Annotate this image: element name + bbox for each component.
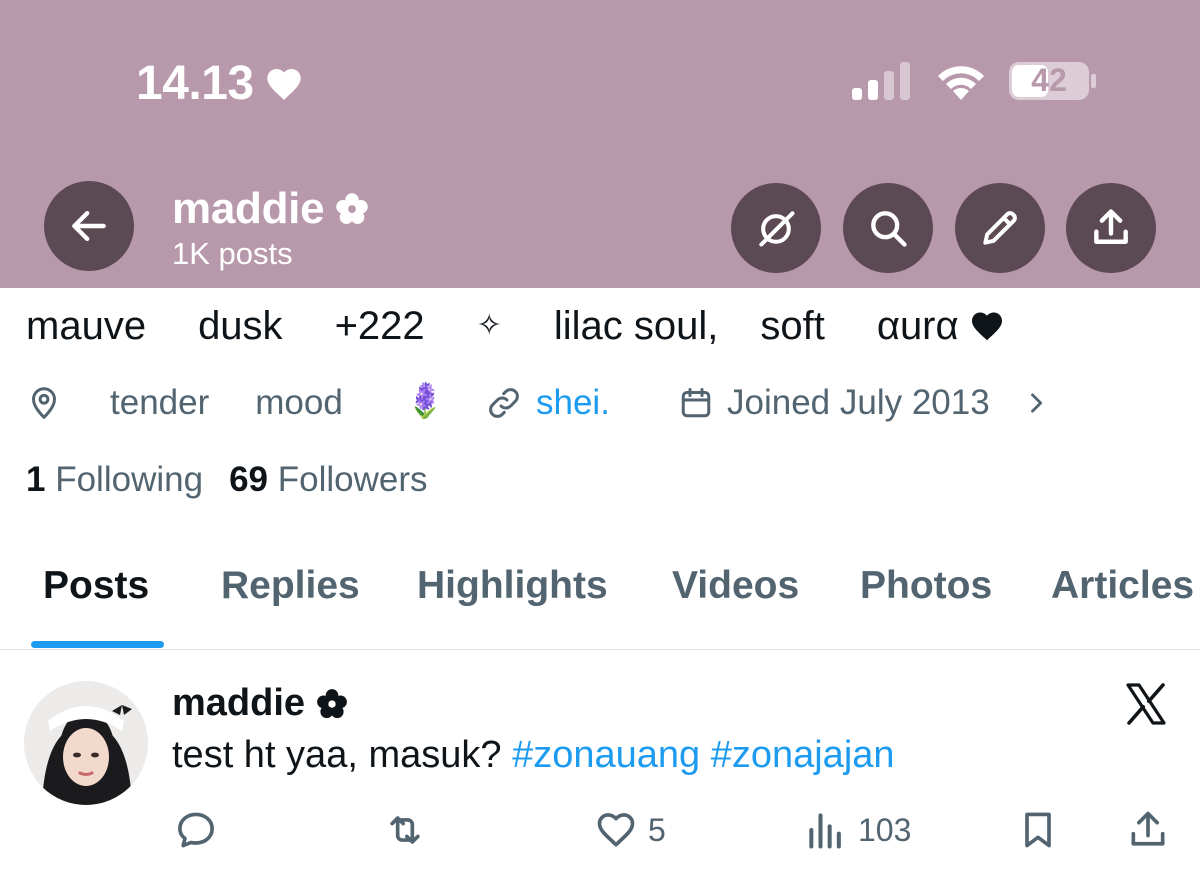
tab-articles[interactable]: Articles (1051, 564, 1194, 608)
reply-button[interactable] (174, 806, 218, 854)
bio-word: mauve (26, 304, 147, 348)
reply-icon (178, 812, 214, 848)
header-name-text: maddie (172, 184, 325, 233)
followers-label: Followers (277, 460, 428, 499)
retweet-icon (390, 816, 420, 844)
hyacinth-emoji: 🪻 (404, 382, 447, 420)
battery-indicator: 42 (1008, 60, 1098, 102)
bookmark-button[interactable] (1016, 806, 1060, 854)
avatar[interactable] (24, 681, 148, 805)
joined-date: Joined July 2013 (727, 383, 990, 422)
joined-chevron[interactable] (1022, 380, 1050, 426)
heart-icon (597, 813, 635, 847)
pencil-icon (983, 211, 1017, 245)
back-arrow-icon (72, 210, 106, 242)
heart-icon (266, 68, 301, 100)
avatar-image (24, 681, 148, 805)
post-body: test ht yaa, masuk? (172, 734, 502, 776)
tab-replies[interactable]: Replies (221, 564, 360, 608)
like-button[interactable]: 5 (594, 806, 666, 854)
signal-icon (852, 62, 910, 100)
status-time: 14.13 (136, 56, 304, 111)
battery-level: 42 (1031, 62, 1067, 98)
tab-highlights[interactable]: Highlights (417, 564, 608, 608)
post-text: test ht yaa, masuk? #zonauang #zonajajan (172, 734, 895, 777)
repost-button[interactable] (383, 806, 427, 854)
location-icon-wrap (26, 380, 62, 426)
followers-link[interactable]: 69 Followers (229, 460, 427, 500)
search-icon (871, 211, 907, 247)
bio-word: dusk (198, 304, 283, 348)
bio-word: lilac soul, (553, 304, 719, 348)
tab-photos[interactable]: Photos (860, 564, 992, 608)
search-button[interactable] (843, 183, 933, 273)
flower-icon (317, 688, 347, 718)
bio-word: αurα (876, 304, 959, 348)
following-count: 1 (26, 460, 46, 499)
chevron-right-icon (1031, 393, 1043, 413)
grok-icon (759, 211, 795, 247)
views-button[interactable]: 103 (804, 806, 911, 854)
profile-location: tender mood (110, 380, 343, 426)
post-author-name: maddie (172, 682, 306, 724)
calendar-icon-wrap (678, 380, 714, 426)
bio-word: +222 (334, 304, 425, 348)
tab-posts[interactable]: Posts (43, 564, 149, 608)
view-count: 103 (858, 811, 912, 848)
share-icon (1131, 811, 1165, 846)
back-button[interactable] (44, 181, 134, 271)
header-posts-count: 1K posts (172, 236, 293, 271)
wifi-icon (938, 66, 984, 100)
location-word: tender (110, 383, 210, 422)
views-icon (809, 813, 841, 849)
share-button[interactable] (1066, 183, 1156, 273)
location-pin-icon (31, 387, 57, 420)
link-icon (489, 388, 519, 418)
like-count: 5 (648, 811, 666, 848)
location-word: mood (255, 383, 343, 422)
post-author[interactable]: maddie (172, 682, 349, 725)
hashtag-link[interactable]: #zonajajan (711, 734, 895, 776)
grok-button[interactable] (731, 183, 821, 273)
bio-word: soft (760, 304, 825, 348)
x-logo-icon (1126, 683, 1166, 725)
post-share-button[interactable] (1126, 806, 1170, 854)
black-heart-icon (971, 312, 1002, 341)
calendar-icon (681, 388, 711, 418)
edit-button[interactable] (955, 183, 1045, 273)
active-tab-indicator (31, 641, 164, 648)
hashtag-link[interactable]: #zonauang (512, 734, 700, 776)
flower-icon (336, 193, 368, 224)
followers-count: 69 (229, 460, 268, 499)
profile-bio: mauve dusk +222 ✧ lilac soul, soft αurα (26, 304, 1005, 349)
share-icon (1094, 209, 1128, 244)
header-profile-name: maddie (172, 184, 370, 234)
bookmark-icon (1025, 812, 1051, 848)
profile-link[interactable]: shei. (536, 380, 610, 426)
profile-tabs: Posts Replies Highlights Videos Photos A… (0, 540, 1200, 650)
following-link[interactable]: 1 Following (26, 460, 203, 500)
profile-header: 14.13 42 maddie 1K posts (0, 0, 1200, 288)
status-time-text: 14.13 (136, 57, 254, 110)
follow-stats: 1 Following 69 Followers (26, 460, 428, 500)
link-icon-wrap (486, 380, 522, 426)
sparkle-glyph: ✧ (476, 309, 502, 342)
following-label: Following (55, 460, 204, 499)
tab-videos[interactable]: Videos (672, 564, 799, 608)
